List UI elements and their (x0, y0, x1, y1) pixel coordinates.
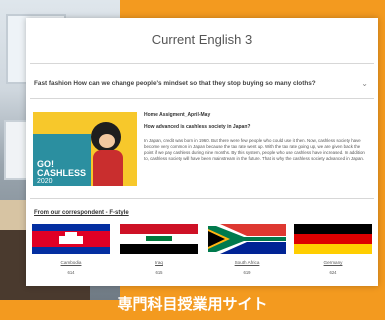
topic-label: Fast fashion How can we change people's … (34, 80, 316, 87)
site-caption: 専門科目授業用サイト (117, 295, 268, 313)
flag-code: 615 (155, 270, 163, 275)
flag-code: 619 (243, 270, 251, 275)
article-banner-image[interactable]: GO! CASHLESS 2020 (33, 112, 137, 186)
website-screen: Current English 3 Fast fashion How can w… (26, 18, 378, 286)
flag-label[interactable]: Germany (294, 260, 372, 265)
banner-line2: CASHLESS (37, 168, 87, 178)
flag-south-africa[interactable] (208, 224, 286, 254)
flag-germany[interactable] (294, 224, 372, 254)
divider (30, 98, 374, 99)
correspondent-link[interactable]: From our correspondent - F-style (34, 210, 129, 216)
flag-label[interactable]: Iraq (120, 260, 198, 265)
chevron-down-icon[interactable]: ⌄ (361, 79, 368, 88)
topic-dropdown[interactable]: Fast fashion How can we change people's … (32, 78, 372, 94)
flag-iraq[interactable] (120, 224, 198, 254)
flag-code: 624 (329, 270, 337, 275)
page-title: Current English 3 (151, 32, 253, 47)
robot-illustration (91, 122, 121, 152)
flag-cambodia[interactable] (32, 224, 110, 254)
divider (30, 198, 374, 199)
article-headline[interactable]: How advanced is cashless society in Japa… (144, 124, 370, 130)
flag-gallery: Cambodia 614 Iraq 615 South Africa 619 G… (32, 224, 372, 284)
banner-year: 2020 (37, 178, 53, 185)
flag-label[interactable]: Cambodia (32, 260, 110, 265)
article-subheading: Home Assigment_April-May (144, 112, 211, 118)
article: Home Assigment_April-May How advanced is… (144, 112, 370, 162)
flag-label[interactable]: South Africa (208, 260, 286, 265)
flag-code: 614 (67, 270, 75, 275)
divider (30, 63, 374, 64)
article-body: In Japan, credit was born in 1960. But t… (144, 138, 365, 161)
